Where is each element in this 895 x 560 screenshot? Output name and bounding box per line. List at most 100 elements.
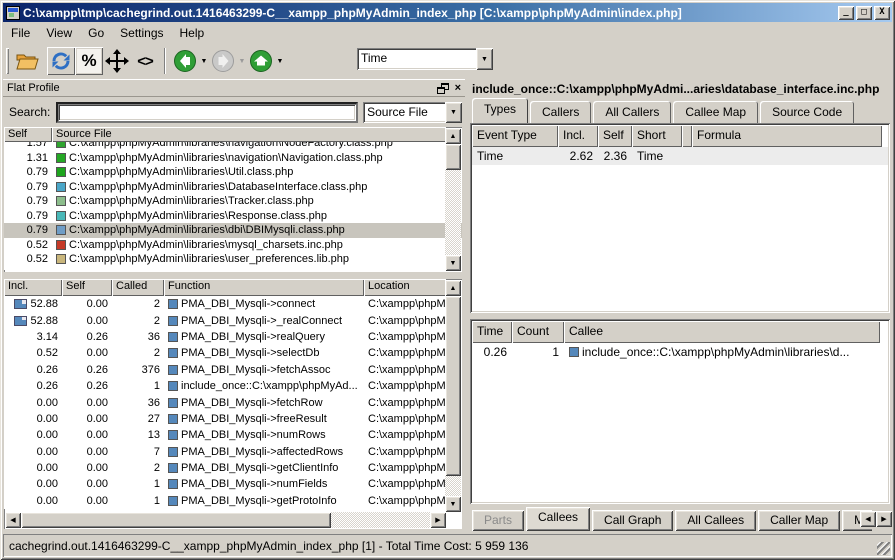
resize-grip[interactable] — [877, 542, 890, 555]
reload-button[interactable] — [47, 47, 75, 75]
table-row[interactable]: 0.000.001PMA_DBI_Mysqli->numFieldsC:\xam… — [4, 476, 462, 492]
table-row[interactable]: 1.57C:\xampp\phpMyAdmin\libraries\naviga… — [4, 142, 462, 151]
tab-scroll-left-button[interactable]: ◀ — [860, 511, 876, 527]
scroll-left-icon: ◀ — [10, 517, 15, 524]
file-path: C:\xampp\phpMyAdmin\libraries\Util.class… — [69, 166, 293, 178]
table-row[interactable]: 0.000.0027PMA_DBI_Mysqli->freeResultC:\x… — [4, 411, 462, 427]
forward-dropdown[interactable]: ▼ — [237, 47, 247, 75]
table-row[interactable]: 0.79C:\xampp\phpMyAdmin\libraries\Respon… — [4, 209, 462, 224]
toolbar-handle[interactable] — [6, 48, 9, 74]
file-path: C:\xampp\phpMyAdmin\libraries\DatabaseIn… — [69, 181, 367, 193]
combobox-dropdown-button[interactable]: ▼ — [445, 102, 462, 123]
relative-cost-button[interactable] — [103, 47, 131, 75]
column-header[interactable]: Incl. — [558, 125, 598, 147]
column-header-spacer[interactable] — [682, 125, 692, 147]
app-icon — [6, 6, 20, 20]
minimize-button[interactable]: _ — [838, 6, 854, 20]
function-list-vscrollbar[interactable]: ▲ ▼ — [445, 280, 461, 512]
table-row[interactable]: 0.79C:\xampp\phpMyAdmin\libraries\dbi\DB… — [4, 223, 462, 238]
table-row[interactable]: 0.000.0013PMA_DBI_Mysqli->numRowsC:\xamp… — [4, 427, 462, 443]
table-row[interactable]: 52.880.002PMA_DBI_Mysqli->_realConnectC:… — [4, 312, 462, 328]
dock-header[interactable]: Flat Profile × — [3, 79, 465, 97]
maximize-button[interactable]: □ — [856, 6, 872, 20]
tab-callee-map[interactable]: Callee Map — [673, 101, 758, 123]
table-row[interactable]: 0.52C:\xampp\phpMyAdmin\libraries\user_p… — [4, 252, 462, 267]
scrollbar-thumb[interactable] — [445, 296, 461, 476]
table-row[interactable]: 0.000.001PMA_DBI_Mysqli->getProtoInfoC:\… — [4, 493, 462, 509]
tab-scroll-right-button[interactable]: ▶ — [876, 511, 892, 527]
table-row[interactable]: 0.79C:\xampp\phpMyAdmin\libraries\Databa… — [4, 180, 462, 195]
grouping-combobox[interactable]: Source File ▼ — [363, 102, 462, 123]
scroll-right-icon: ▶ — [435, 517, 440, 524]
column-header[interactable]: Formula — [692, 125, 882, 147]
column-header[interactable]: Self — [62, 279, 112, 296]
table-row[interactable]: Time2.622.36Time — [472, 147, 888, 165]
column-header[interactable]: Count — [512, 321, 564, 343]
tab-all-callers[interactable]: All Callers — [593, 101, 671, 123]
tab-source-code[interactable]: Source Code — [760, 101, 854, 123]
column-header[interactable]: Time — [472, 321, 512, 343]
title-bar[interactable]: C:\xampp\tmp\cachegrind.out.1416463299-C… — [3, 3, 892, 22]
tab-call-graph[interactable]: Call Graph — [592, 510, 673, 531]
tab-caller-map[interactable]: Caller Map — [758, 510, 840, 531]
table-row[interactable]: 0.000.007PMA_DBI_Mysqli->affectedRowsC:\… — [4, 444, 462, 460]
column-header[interactable]: Source File — [52, 127, 446, 142]
menu-item-help[interactable]: Help — [172, 24, 213, 42]
back-dropdown[interactable]: ▼ — [199, 47, 209, 75]
column-header[interactable]: Short — [632, 125, 682, 147]
search-input[interactable] — [56, 102, 358, 123]
column-header[interactable]: Location — [364, 279, 446, 296]
column-header[interactable]: Function — [164, 279, 364, 296]
tab-types[interactable]: Types — [472, 98, 528, 123]
up-dropdown[interactable]: ▼ — [275, 47, 285, 75]
function-list-hscrollbar[interactable]: ◀ ▶ — [5, 512, 446, 528]
combobox-dropdown-button[interactable]: ▼ — [476, 48, 493, 70]
shorten-templates-button[interactable]: <> — [131, 47, 159, 75]
incl-cell: 3.14 — [4, 331, 62, 343]
tab-all-callees[interactable]: All Callees — [675, 510, 756, 531]
menu-item-go[interactable]: Go — [80, 24, 112, 42]
close-button[interactable]: X — [874, 6, 890, 20]
table-row[interactable]: 0.79C:\xampp\phpMyAdmin\libraries\Tracke… — [4, 194, 462, 209]
function-cell: PMA_DBI_Mysqli->fetchAssoc — [164, 364, 364, 376]
table-row[interactable]: 0.261include_once::C:\xampp\phpMyAdmin\l… — [472, 343, 888, 361]
called-cell: 376 — [112, 364, 164, 376]
table-row[interactable]: 0.000.002PMA_DBI_Mysqli->getClientInfoC:… — [4, 460, 462, 476]
menu-item-settings[interactable]: Settings — [112, 24, 171, 42]
float-dock-icon[interactable] — [437, 83, 449, 94]
up-button[interactable] — [247, 47, 275, 75]
column-header[interactable]: Called — [112, 279, 164, 296]
file-path: C:\xampp\phpMyAdmin\libraries\dbi\DBIMys… — [69, 224, 345, 236]
function-cell: include_once::C:\xampp\phpMyAd... — [164, 380, 364, 392]
tab-callers[interactable]: Callers — [530, 101, 591, 123]
table-row[interactable]: 0.000.0036PMA_DBI_Mysqli->fetchRowC:\xam… — [4, 394, 462, 410]
percent-toggle-button[interactable]: % — [75, 47, 103, 75]
table-row[interactable]: 52.880.002PMA_DBI_Mysqli->connectC:\xamp… — [4, 296, 462, 312]
table-row[interactable]: 0.260.26376PMA_DBI_Mysqli->fetchAssocC:\… — [4, 362, 462, 378]
menu-item-file[interactable]: File — [3, 24, 38, 42]
table-row[interactable]: 1.31C:\xampp\phpMyAdmin\libraries\naviga… — [4, 151, 462, 166]
dock-close-icon[interactable]: × — [455, 83, 461, 94]
column-header[interactable]: Event Type — [472, 125, 558, 147]
table-row[interactable]: 0.79C:\xampp\phpMyAdmin\libraries\Util.c… — [4, 165, 462, 180]
forward-button[interactable] — [209, 47, 237, 75]
column-header[interactable]: Self — [598, 125, 632, 147]
table-row[interactable]: 0.260.261include_once::C:\xampp\phpMyAd.… — [4, 378, 462, 394]
source-list-vscrollbar[interactable]: ▲ ▼ — [445, 128, 461, 271]
scrollbar-thumb[interactable] — [21, 512, 331, 528]
source-file-list-header: SelfSource File — [4, 127, 462, 142]
menu-item-view[interactable]: View — [38, 24, 80, 42]
column-header[interactable]: Incl. — [4, 279, 62, 296]
open-file-button[interactable] — [13, 47, 41, 75]
back-button[interactable] — [171, 47, 199, 75]
table-row[interactable]: 0.52C:\xampp\phpMyAdmin\libraries\mysql_… — [4, 238, 462, 253]
self-cell: 0.00 — [62, 298, 112, 310]
table-row[interactable]: 3.140.2636PMA_DBI_Mysqli->realQueryC:\xa… — [4, 329, 462, 345]
table-row[interactable]: 0.520.002PMA_DBI_Mysqli->selectDbC:\xamp… — [4, 345, 462, 361]
event-type-combobox[interactable]: Time ▼ — [357, 48, 493, 70]
back-icon — [173, 49, 197, 73]
column-header[interactable]: Self — [4, 127, 52, 142]
column-header[interactable]: Callee — [564, 321, 880, 343]
scrollbar-thumb[interactable] — [445, 144, 461, 170]
tab-callees[interactable]: Callees — [526, 507, 590, 531]
